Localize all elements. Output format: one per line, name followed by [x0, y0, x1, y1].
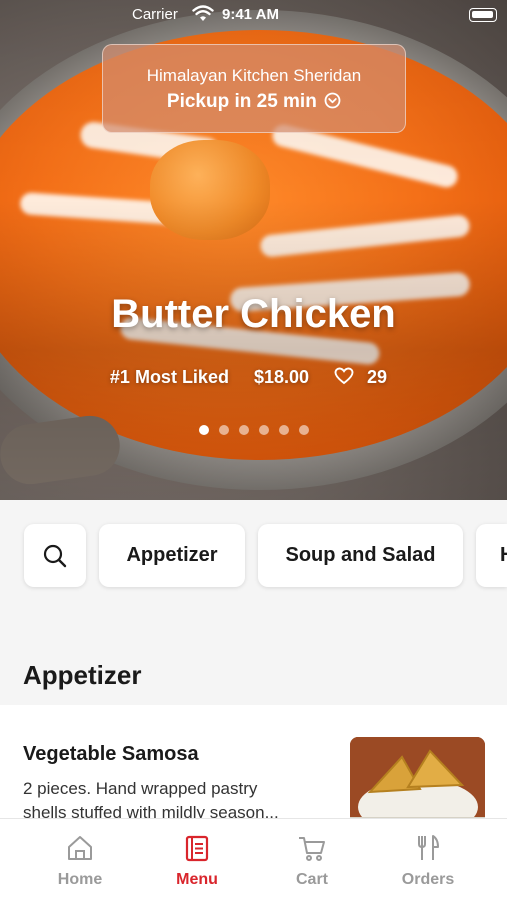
menu-icon	[185, 835, 209, 862]
tab-orders[interactable]: Orders	[365, 819, 491, 900]
carousel-indicator[interactable]	[0, 422, 507, 440]
pickup-time: Pickup in 25 min	[166, 91, 317, 112]
tab-orders-label: Orders	[401, 871, 455, 888]
featured-price: $18.00	[253, 367, 310, 387]
pickup-selector[interactable]: Himalayan Kitchen Sheridan Pickup in 25 …	[102, 44, 406, 133]
category-bar: Appetizer Soup and Salad H	[0, 500, 507, 640]
category-pill-soup-and-salad[interactable]: Soup and Salad	[258, 524, 463, 587]
search-button[interactable]	[24, 524, 86, 587]
status-bar: Carrier 9:41 AM	[0, 4, 507, 26]
restaurant-name: Himalayan Kitchen Sheridan	[146, 66, 362, 85]
carousel-dot[interactable]	[258, 425, 269, 435]
heart-icon	[334, 367, 354, 385]
most-liked-badge: #1 Most Liked	[109, 367, 229, 387]
category-pill-appetizer[interactable]: Appetizer	[99, 524, 245, 587]
tab-home-label: Home	[57, 871, 103, 888]
home-icon	[68, 836, 92, 860]
search-icon	[43, 544, 67, 567]
orders-icon	[418, 835, 439, 860]
tab-menu-label: Menu	[176, 871, 218, 888]
menu-item-name: Vegetable Samosa	[23, 743, 199, 765]
tab-menu[interactable]: Menu	[134, 819, 260, 900]
section-title: Appetizer	[23, 660, 142, 690]
like-count: 29	[367, 367, 388, 387]
carousel-dot[interactable]	[238, 425, 249, 435]
cart-icon	[299, 837, 325, 861]
pickup-time-row: Pickup in 25 min	[103, 91, 405, 113]
carrier-label: Carrier	[132, 6, 178, 23]
featured-dish-name: Butter Chicken	[111, 292, 396, 336]
wifi-icon	[192, 5, 214, 27]
likes: 29	[334, 367, 397, 387]
tab-bar: Home Menu Cart Orders	[0, 818, 507, 900]
carousel-dot[interactable]	[218, 425, 229, 435]
status-time: 9:41 AM	[222, 6, 279, 23]
menu-item[interactable]: Vegetable Samosa 2 pieces. Hand wrapped …	[0, 705, 507, 832]
carousel-dot[interactable]	[278, 425, 289, 435]
chevron-down-icon	[322, 91, 341, 112]
tab-home[interactable]: Home	[17, 819, 143, 900]
tab-cart-label: Cart	[295, 871, 328, 888]
carousel-dot[interactable]	[198, 425, 209, 435]
category-pill-next[interactable]: H	[476, 524, 507, 587]
battery-icon	[469, 8, 497, 22]
tab-cart[interactable]: Cart	[249, 819, 375, 900]
carousel-dot[interactable]	[298, 425, 309, 435]
featured-dish-meta: #1 Most Liked $18.00 29	[0, 367, 507, 388]
